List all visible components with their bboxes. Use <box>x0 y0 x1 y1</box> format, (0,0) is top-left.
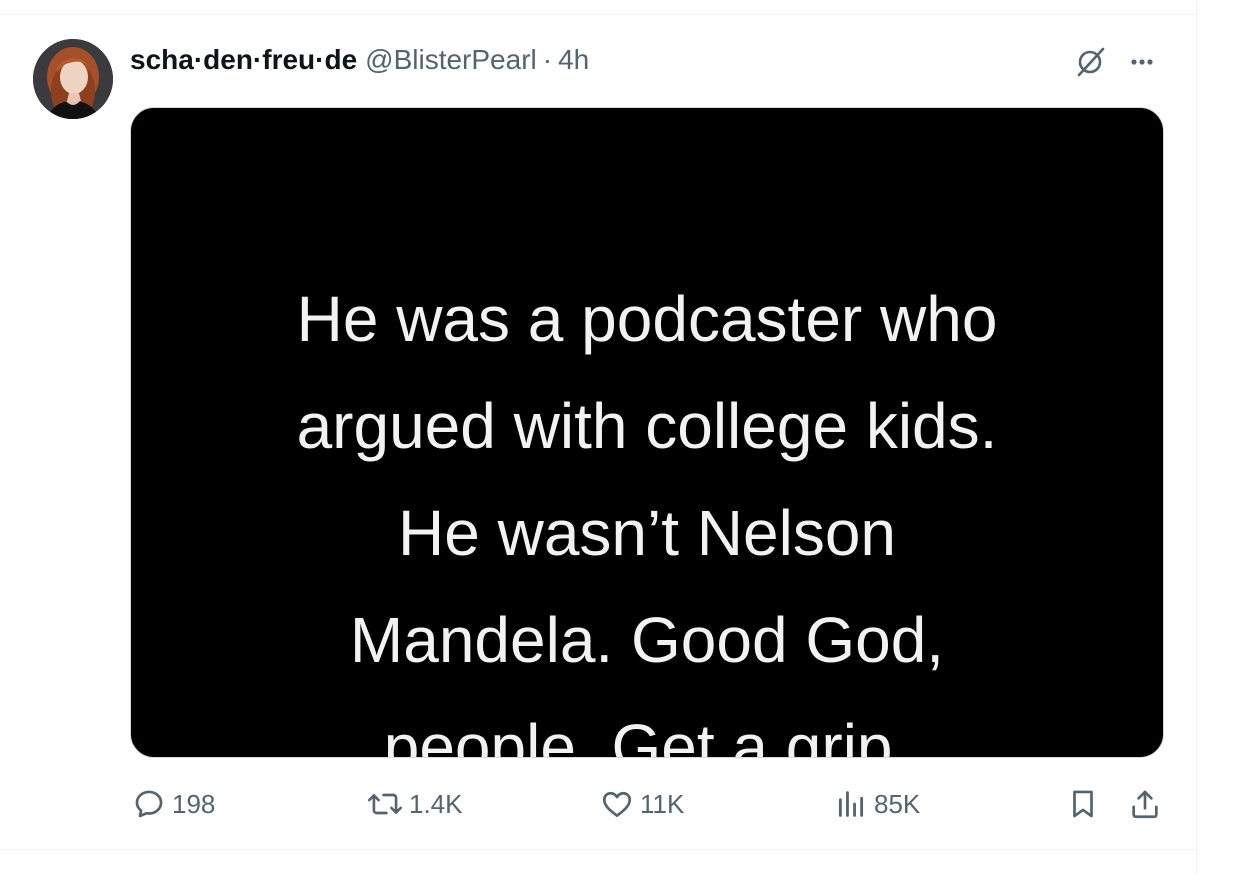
reply-count: 198 <box>172 788 216 819</box>
reply-icon <box>135 790 163 818</box>
timestamp[interactable]: 4h <box>558 40 589 80</box>
more-icon[interactable] <box>1124 44 1160 80</box>
bookmark-button[interactable] <box>1066 782 1100 826</box>
reply-button[interactable]: 198 <box>132 782 215 826</box>
tweet-card[interactable]: scha·den·freu·de @BlisterPearl · 4h He w… <box>0 0 1197 874</box>
media-line: Mandela. Good God, <box>349 604 945 676</box>
repost-count: 1.4K <box>409 788 463 819</box>
views-count: 85K <box>874 788 921 819</box>
media-line: people. Get a grip. <box>383 711 911 758</box>
media-line: argued with college kids. <box>296 390 998 462</box>
share-icon <box>1132 790 1158 819</box>
media-line: He was a podcaster who <box>296 283 998 355</box>
grok-icon[interactable] <box>1072 44 1108 80</box>
repost-icon <box>367 793 403 815</box>
analytics-icon <box>838 791 864 817</box>
bookmark-icon <box>1073 790 1093 818</box>
repost-button[interactable]: 1.4K <box>367 782 463 826</box>
tweet-header: scha·den·freu·de @BlisterPearl · 4h <box>130 40 589 80</box>
share-button[interactable] <box>1128 782 1162 826</box>
media-image[interactable]: He was a podcaster who argued with colle… <box>130 107 1164 758</box>
views-button[interactable]: 85K <box>834 782 920 826</box>
top-divider <box>0 14 1197 15</box>
bottom-divider <box>0 849 1197 850</box>
like-button[interactable]: 11K <box>600 782 684 826</box>
avatar[interactable] <box>33 39 113 119</box>
action-bar: 198 1.4K 11K 85K <box>0 782 1197 826</box>
like-count: 11K <box>640 788 685 819</box>
media-line: He wasn’t Nelson <box>398 497 896 569</box>
avatar-image <box>33 39 113 119</box>
media-text: He was a podcaster who argued with colle… <box>131 266 1163 758</box>
display-name[interactable]: scha·den·freu·de <box>130 40 357 80</box>
separator-dot: · <box>542 44 553 75</box>
heart-icon <box>602 791 632 817</box>
user-handle[interactable]: @BlisterPearl <box>365 40 537 80</box>
